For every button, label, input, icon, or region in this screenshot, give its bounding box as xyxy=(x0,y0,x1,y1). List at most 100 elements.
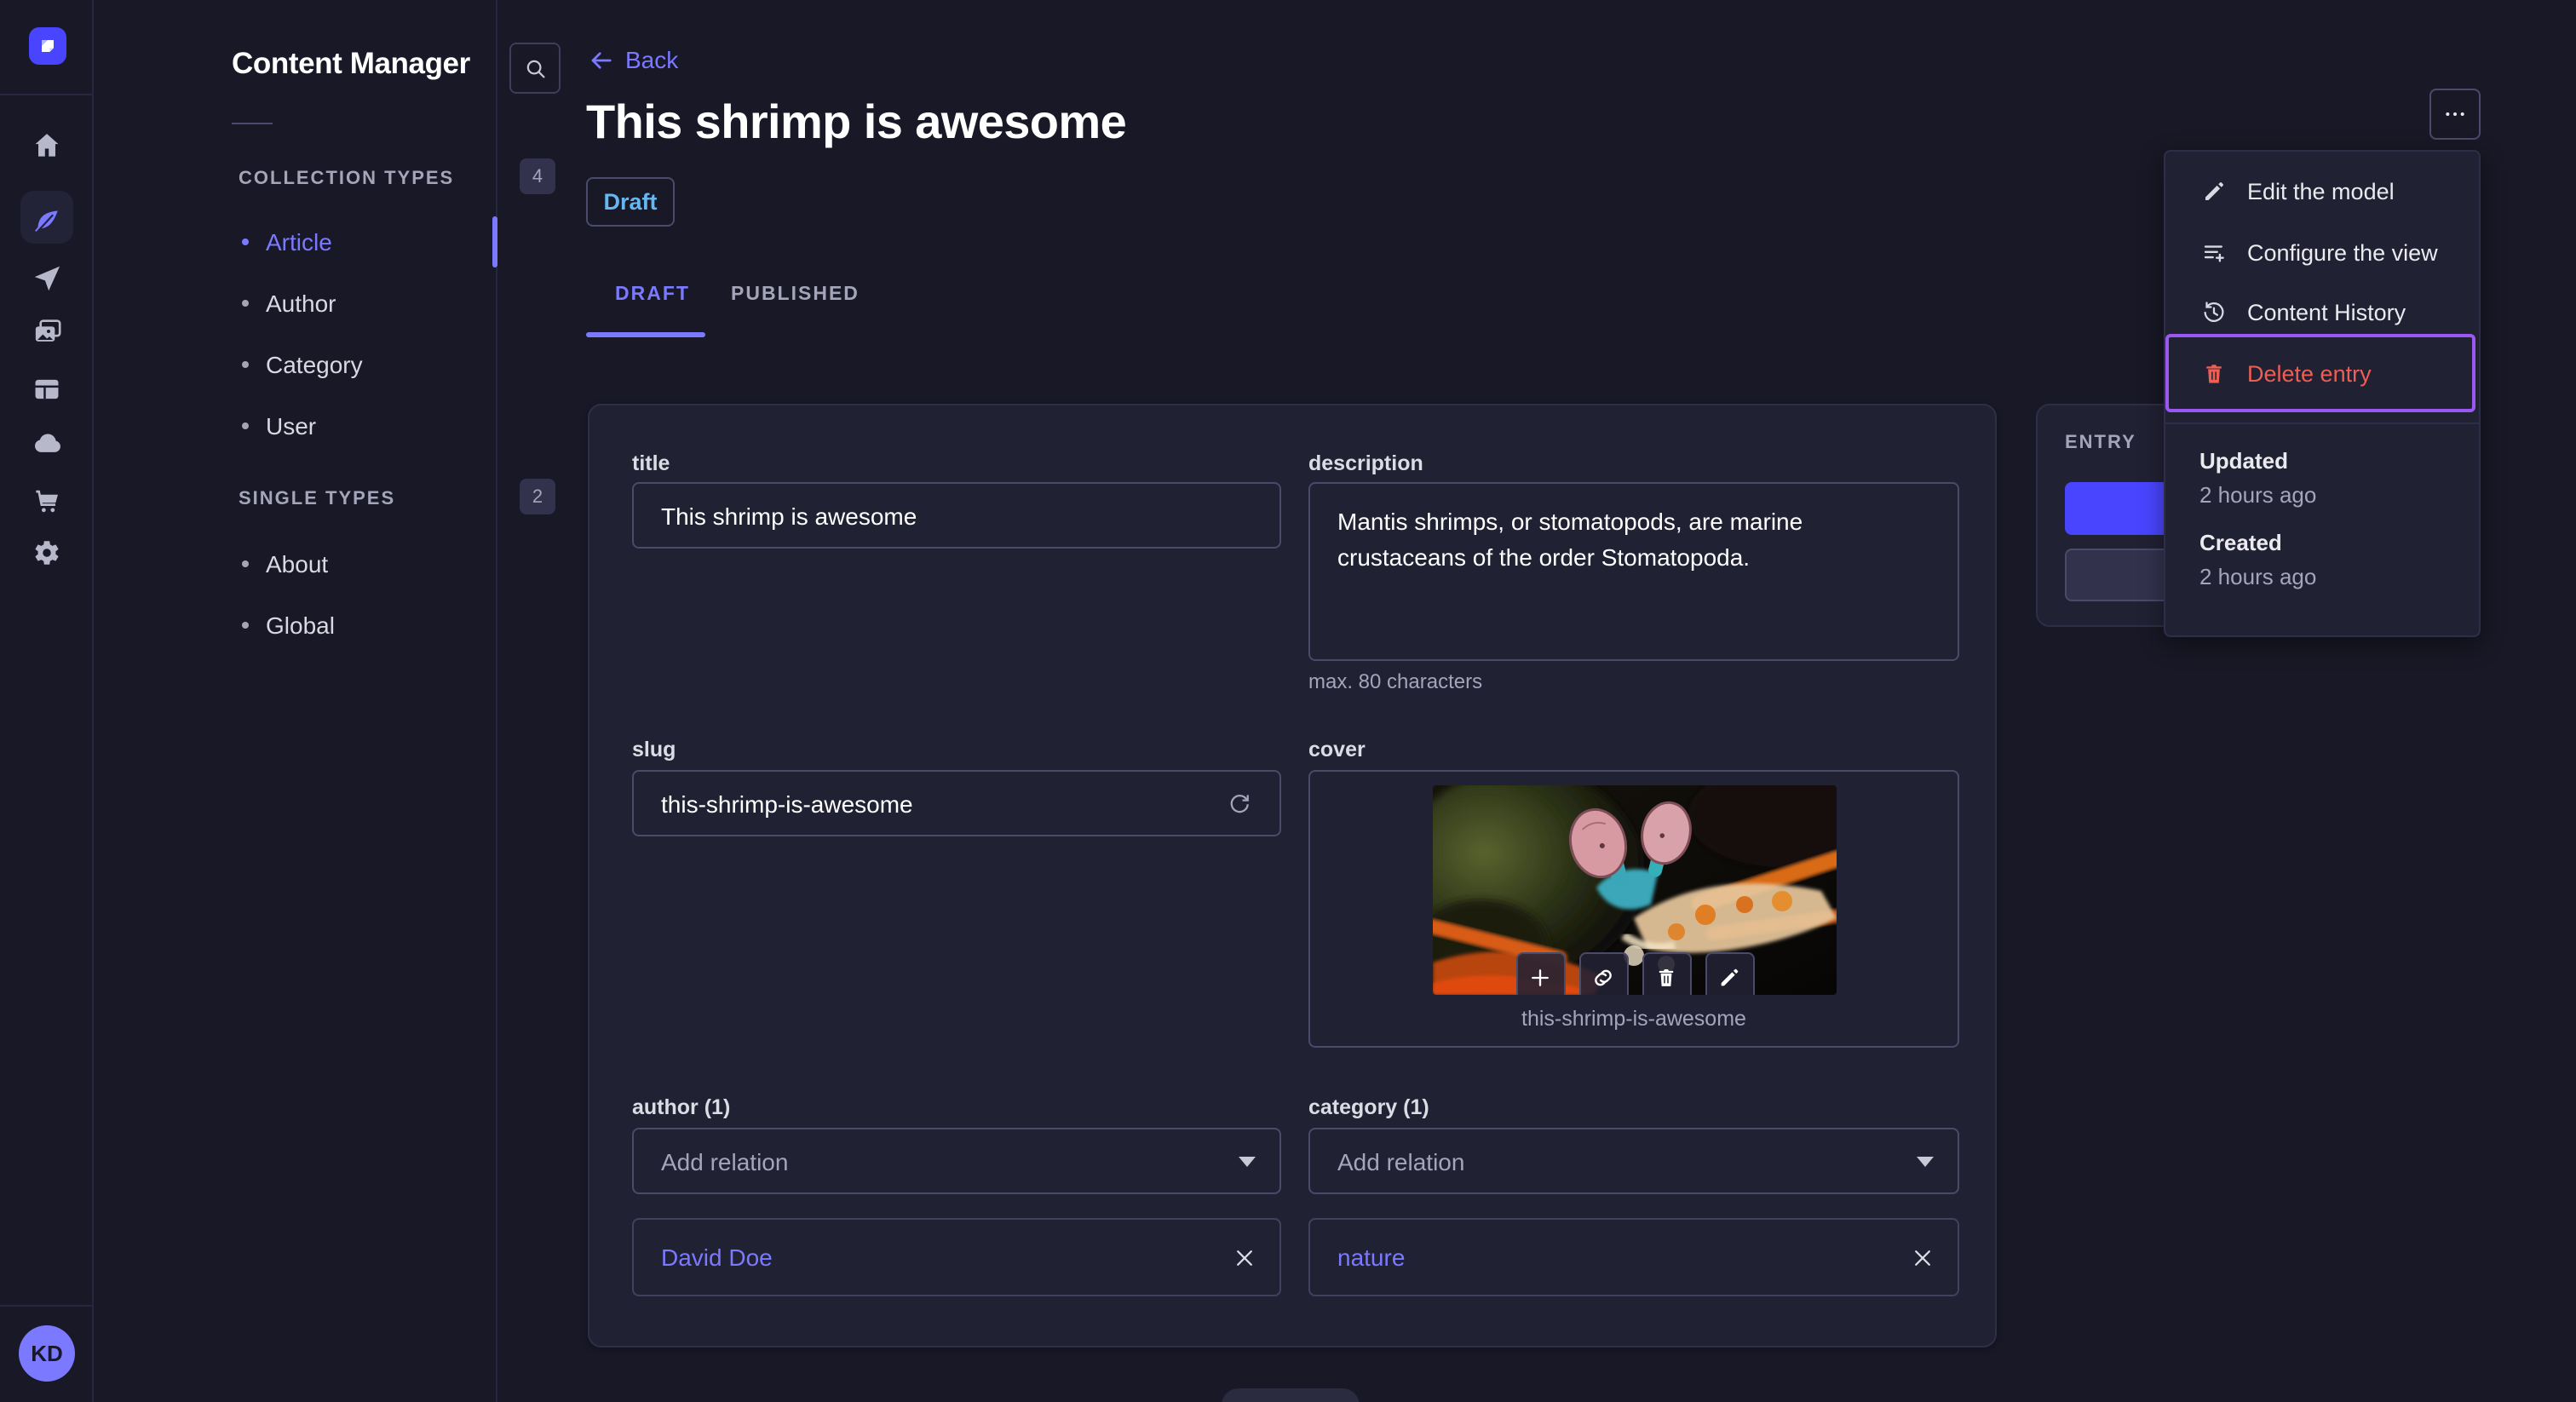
bullet-icon xyxy=(242,300,249,307)
menu-item-configure-view[interactable]: Configure the view xyxy=(2165,221,2479,283)
author-relation-link[interactable]: David Doe xyxy=(661,1244,773,1271)
created-value: 2 hours ago xyxy=(2199,564,2317,589)
menu-item-label: Edit the model xyxy=(2247,178,2395,204)
back-label: Back xyxy=(625,46,679,73)
updated-label: Updated xyxy=(2199,448,2288,474)
sidebar-item-global[interactable]: Global xyxy=(242,612,335,639)
strapi-logo-icon xyxy=(42,40,54,52)
title-field-label: title xyxy=(632,451,670,475)
author-placeholder: Add relation xyxy=(661,1147,789,1175)
list-plus-icon xyxy=(2204,244,2224,261)
slug-input[interactable]: this-shrimp-is-awesome xyxy=(632,770,1281,836)
marketplace-cart-icon[interactable] xyxy=(0,480,94,521)
menu-item-label: Content History xyxy=(2247,299,2406,325)
sidebar-item-label: User xyxy=(266,412,317,440)
category-field-label: category (1) xyxy=(1308,1095,1429,1119)
active-item-indicator xyxy=(492,216,497,267)
remove-relation-icon[interactable] xyxy=(1233,1246,1256,1268)
media-library-icon[interactable] xyxy=(0,312,94,353)
more-actions-button[interactable] xyxy=(2429,89,2481,140)
tab-published[interactable]: PUBLISHED xyxy=(731,284,860,305)
slug-value: this-shrimp-is-awesome xyxy=(661,790,913,817)
edit-form-card: title This shrimp is awesome description… xyxy=(588,404,1997,1347)
strapi-logo[interactable] xyxy=(29,27,66,65)
cloud-icon[interactable] xyxy=(0,422,94,463)
status-badge: Draft xyxy=(586,177,675,227)
sidebar-item-category[interactable]: Category xyxy=(242,351,363,378)
updated-value: 2 hours ago xyxy=(2199,482,2317,508)
trash-icon xyxy=(1659,968,1674,985)
delete-entry-highlight-ring xyxy=(2165,334,2475,412)
menu-item-edit-model[interactable]: Edit the model xyxy=(2165,160,2479,221)
search-icon xyxy=(526,59,544,78)
bottom-pill xyxy=(1222,1388,1360,1402)
sidebar-item-label: Article xyxy=(266,228,332,256)
sidebar-item-user[interactable]: User xyxy=(242,412,316,440)
content-builder-icon[interactable] xyxy=(0,368,94,409)
page-title: This shrimp is awesome xyxy=(586,95,1127,148)
cover-image[interactable] xyxy=(1433,785,1837,995)
category-relation-select[interactable]: Add relation xyxy=(1308,1128,1959,1194)
cover-field-label: cover xyxy=(1308,738,1366,761)
settings-gear-icon[interactable] xyxy=(0,531,94,572)
tab-draft[interactable]: DRAFT xyxy=(615,284,690,305)
link-icon xyxy=(1595,968,1612,985)
chevron-down-icon xyxy=(1917,1156,1934,1166)
strapi-admin: KD Content Manager COLLECTION TYPES 4 Ar… xyxy=(0,0,2576,1402)
add-asset-button[interactable] xyxy=(1515,952,1565,995)
rail-bottom-divider xyxy=(0,1305,94,1307)
sidebar-item-about[interactable]: About xyxy=(242,550,328,577)
paper-plane-icon[interactable] xyxy=(0,257,94,298)
cover-actions xyxy=(1433,952,1837,995)
arrow-left-icon xyxy=(591,51,612,68)
plus-icon xyxy=(1532,968,1549,985)
content-manager-sidebar: Content Manager COLLECTION TYPES 4 Artic… xyxy=(95,0,561,1402)
search-button[interactable] xyxy=(509,43,561,94)
bullet-icon xyxy=(242,622,249,629)
bullet-icon xyxy=(242,422,249,429)
pencil-icon xyxy=(1721,968,1739,985)
user-avatar[interactable]: KD xyxy=(19,1325,75,1382)
author-relation-select[interactable]: Add relation xyxy=(632,1128,1281,1194)
category-relation-link[interactable]: nature xyxy=(1337,1244,1405,1271)
bullet-icon xyxy=(242,238,249,245)
cover-field: this-shrimp-is-awesome xyxy=(1308,770,1959,1048)
author-relation-item: David Doe xyxy=(632,1218,1281,1296)
edit-asset-button[interactable] xyxy=(1705,952,1754,995)
cover-filename: this-shrimp-is-awesome xyxy=(1521,1007,1746,1031)
delete-asset-button[interactable] xyxy=(1642,952,1691,995)
home-icon[interactable] xyxy=(0,124,94,165)
remove-relation-icon[interactable] xyxy=(1912,1246,1934,1268)
description-textarea[interactable]: Mantis shrimps, or stomatopods, are mari… xyxy=(1308,482,1959,661)
feather-icon[interactable] xyxy=(0,201,94,242)
tab-active-underline xyxy=(586,332,705,337)
ellipsis-icon xyxy=(2446,112,2464,116)
regenerate-icon[interactable] xyxy=(1227,790,1252,816)
pencil-icon xyxy=(2205,181,2223,199)
sidebar-item-label: Author xyxy=(266,290,336,317)
description-field-label: description xyxy=(1308,451,1423,475)
chevron-down-icon xyxy=(1239,1156,1256,1166)
sidebar-item-author[interactable]: Author xyxy=(242,290,336,317)
sidebar-divider xyxy=(232,123,273,124)
nav-rail: KD xyxy=(0,0,94,1402)
copy-link-button[interactable] xyxy=(1578,952,1628,995)
section-collection-types: COLLECTION TYPES xyxy=(239,169,455,189)
section-single-types: SINGLE TYPES xyxy=(239,489,396,509)
history-clock-icon xyxy=(2204,301,2224,321)
sidebar-title: Content Manager xyxy=(232,46,470,80)
rail-divider xyxy=(0,94,94,95)
created-label: Created xyxy=(2199,530,2282,555)
slug-field-label: slug xyxy=(632,738,676,761)
single-types-count: 2 xyxy=(520,479,555,514)
category-relation-item: nature xyxy=(1308,1218,1959,1296)
bullet-icon xyxy=(242,560,249,567)
back-link[interactable]: Back xyxy=(588,46,678,73)
sidebar-item-article[interactable]: Article xyxy=(242,228,332,256)
screen: KD Content Manager COLLECTION TYPES 4 Ar… xyxy=(0,0,2576,1402)
menu-divider xyxy=(2165,422,2479,424)
sidebar-item-label: Global xyxy=(266,612,335,639)
collection-types-count: 4 xyxy=(520,158,555,194)
title-input[interactable]: This shrimp is awesome xyxy=(632,482,1281,549)
author-field-label: author (1) xyxy=(632,1095,731,1119)
